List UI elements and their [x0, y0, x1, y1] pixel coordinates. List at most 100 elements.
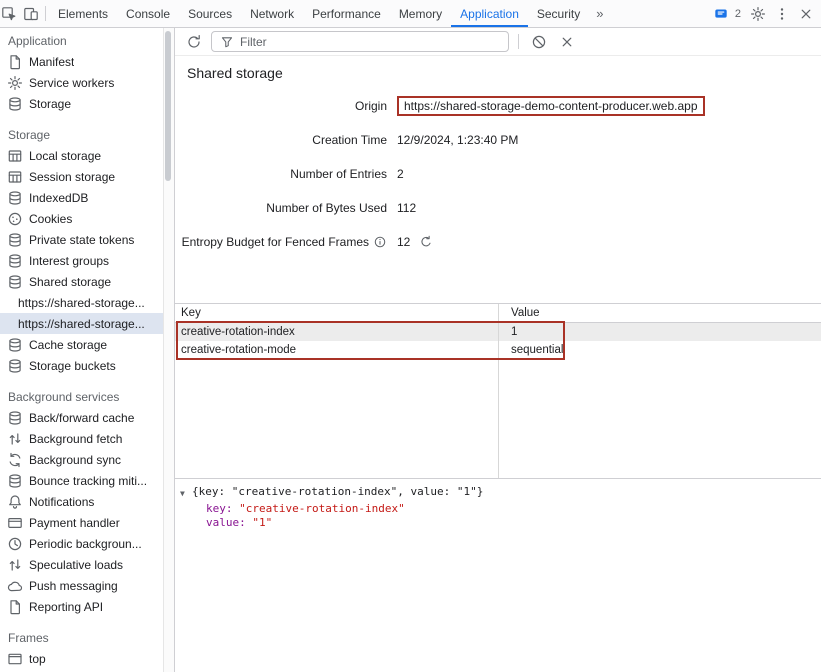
sidebar-item-reporting-api[interactable]: Reporting API — [0, 596, 163, 617]
inspect-element-icon[interactable] — [0, 3, 20, 25]
sidebar-item-cache-storage[interactable]: Cache storage — [0, 334, 163, 355]
sidebar-item-session-storage[interactable]: Session storage — [0, 166, 163, 187]
sidebar-item-back-forward-cache[interactable]: Back/forward cache — [0, 407, 163, 428]
sidebar-section-storage: StorageLocal storage Session storage Index… — [0, 124, 163, 376]
sidebar-item-label: Background sync — [29, 453, 121, 467]
sidebar-item-service-workers[interactable]: Service workers — [0, 72, 163, 93]
refresh-icon[interactable] — [183, 31, 205, 53]
tab-security[interactable]: Security — [528, 0, 589, 27]
info-icon[interactable] — [373, 235, 387, 249]
sidebar-item-label: Interest groups — [29, 254, 109, 268]
toolbar-divider — [518, 34, 519, 49]
sidebar-item-bounce-tracking-miti[interactable]: Bounce tracking miti... — [0, 470, 163, 491]
metadata-row-entropy-budget-for-fenced-frames: Entropy Budget for Fenced Frames12 — [175, 225, 821, 259]
devtools-window: ElementsConsoleSourcesNetworkPerformance… — [0, 0, 821, 672]
filter-field[interactable] — [240, 35, 504, 49]
sidebar-item-https-shared-storage[interactable]: https://shared-storage... — [0, 292, 163, 313]
tab-sources[interactable]: Sources — [179, 0, 241, 27]
filter-input[interactable] — [211, 31, 509, 52]
frame-icon — [7, 651, 23, 667]
sidebar-item-label: Push messaging — [29, 579, 118, 593]
entry-preview-pane: ▼ {key: "creative-rotation-index", value… — [175, 478, 821, 672]
sidebar-section-background-services: Background servicesBack/forward cacheBac… — [0, 386, 163, 617]
metadata-label: Origin — [175, 99, 387, 113]
expand-triangle-icon[interactable]: ▼ — [180, 487, 192, 500]
sidebar-item-top[interactable]: top — [0, 648, 163, 669]
sidebar-scrollbar[interactable] — [163, 28, 175, 672]
sidebar-item-label: Storage buckets — [29, 359, 116, 373]
scrollbar-thumb[interactable] — [165, 31, 171, 181]
document-icon — [7, 599, 23, 615]
sidebar-item-label: Periodic backgroun... — [29, 537, 142, 551]
sidebar-item-private-state-tokens[interactable]: Private state tokens — [0, 229, 163, 250]
clock-icon — [7, 536, 23, 552]
tab-network[interactable]: Network — [241, 0, 303, 27]
devtools-tabs: ElementsConsoleSourcesNetworkPerformance… — [49, 0, 589, 27]
devtools-body: ApplicationManifestService workersStorag… — [0, 28, 821, 672]
reset-budget-icon[interactable] — [419, 235, 433, 249]
clear-all-icon[interactable] — [528, 31, 550, 53]
column-header-value[interactable]: Value — [504, 307, 821, 319]
sync-icon — [7, 452, 23, 468]
settings-gear-icon[interactable] — [747, 3, 769, 25]
sidebar-section-title-storage: Storage — [0, 124, 163, 145]
sidebar-section-frames: Framestop — [0, 627, 163, 669]
database-icon — [7, 96, 23, 112]
tabbar-left-icons — [0, 3, 42, 25]
issues-count: 2 — [735, 8, 741, 20]
sidebar-item-periodic-backgroun[interactable]: Periodic backgroun... — [0, 533, 163, 554]
sidebar-item-manifest[interactable]: Manifest — [0, 51, 163, 72]
panel-title: Shared storage — [187, 65, 821, 81]
metadata-value-cell: 2 — [397, 167, 404, 181]
sidebar-item-notifications[interactable]: Notifications — [0, 491, 163, 512]
sidebar-item-payment-handler[interactable]: Payment handler — [0, 512, 163, 533]
tab-performance[interactable]: Performance — [303, 0, 390, 27]
sidebar-item-local-storage[interactable]: Local storage — [0, 145, 163, 166]
database-icon — [7, 253, 23, 269]
sidebar-item-label: https://shared-storage... — [18, 317, 145, 331]
sidebar-item-label: Shared storage — [29, 275, 111, 289]
tab-elements[interactable]: Elements — [49, 0, 117, 27]
tab-console[interactable]: Console — [117, 0, 179, 27]
sidebar-item-shared-storage[interactable]: Shared storage — [0, 271, 163, 292]
sidebar-item-background-fetch[interactable]: Background fetch — [0, 428, 163, 449]
sidebar-item-label: Bounce tracking miti... — [29, 474, 147, 488]
table-row-creative-rotation-index[interactable]: creative-rotation-index1 — [175, 323, 821, 341]
close-devtools-icon[interactable] — [795, 3, 817, 25]
preview-summary: {key: "creative-rotation-index", value: … — [192, 485, 483, 498]
table-row-creative-rotation-mode[interactable]: creative-rotation-modesequential — [175, 341, 821, 359]
metadata-value: 12/9/2024, 1:23:40 PM — [397, 133, 518, 147]
sidebar-item-label: Notifications — [29, 495, 94, 509]
database-icon — [7, 274, 23, 290]
sidebar-item-https-shared-storage[interactable]: https://shared-storage... — [0, 313, 163, 334]
metadata-row-origin: Originhttps://shared-storage-demo-conten… — [175, 89, 821, 123]
sidebar-item-indexeddb[interactable]: IndexedDB — [0, 187, 163, 208]
tab-memory[interactable]: Memory — [390, 0, 451, 27]
metadata-row-creation-time: Creation Time 12/9/2024, 1:23:40 PM — [175, 123, 821, 157]
device-toolbar-icon[interactable] — [20, 3, 42, 25]
metadata-value: 12 — [397, 235, 410, 249]
sidebar-item-background-sync[interactable]: Background sync — [0, 449, 163, 470]
sidebar-item-label: Session storage — [29, 170, 115, 184]
metadata-value: 2 — [397, 167, 404, 181]
sidebar-item-push-messaging[interactable]: Push messaging — [0, 575, 163, 596]
metadata-label: Creation Time — [175, 133, 387, 147]
sidebar-item-cookies[interactable]: Cookies — [0, 208, 163, 229]
sidebar-item-interest-groups[interactable]: Interest groups — [0, 250, 163, 271]
kebab-menu-icon[interactable] — [771, 3, 793, 25]
metadata-label: Number of Bytes Used — [175, 201, 387, 215]
more-tabs-button[interactable]: » — [589, 0, 610, 27]
sidebar-item-label: https://shared-storage... — [18, 296, 145, 310]
table-icon — [7, 148, 23, 164]
delete-selected-icon[interactable] — [556, 31, 578, 53]
sidebar-item-speculative-loads[interactable]: Speculative loads — [0, 554, 163, 575]
sidebar-item-label: Speculative loads — [29, 558, 123, 572]
issues-badge[interactable]: 2 — [706, 3, 745, 25]
sidebar-item-storage-buckets[interactable]: Storage buckets — [0, 355, 163, 376]
sidebar-item-storage[interactable]: Storage — [0, 93, 163, 114]
issues-icon — [710, 3, 732, 25]
metadata-value: 112 — [397, 201, 416, 215]
tab-application[interactable]: Application — [451, 0, 528, 27]
column-header-key[interactable]: Key — [175, 307, 504, 319]
grid-header: KeyValue — [175, 304, 821, 323]
